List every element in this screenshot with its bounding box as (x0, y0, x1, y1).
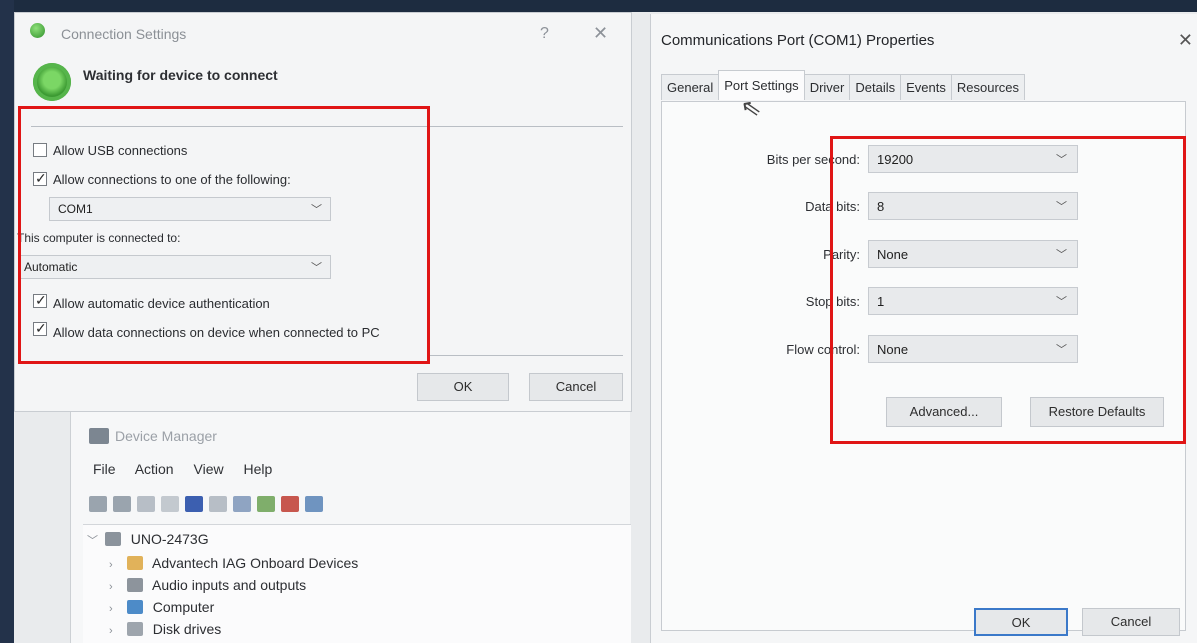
dialog-title: Connection Settings (61, 26, 187, 42)
tab-details[interactable]: Details (849, 74, 902, 100)
app-icon (30, 23, 45, 38)
highlight-box (18, 106, 430, 364)
tab-bar: General Port Settings Driver Details Eve… (661, 70, 1025, 102)
properties-title: Communications Port (COM1) Properties (661, 32, 935, 49)
chevron-down-icon: ﹀ (87, 535, 98, 547)
tab-events[interactable]: Events (900, 74, 952, 100)
disk-icon (126, 622, 143, 636)
ok-button[interactable]: OK (417, 373, 509, 401)
computer-icon (104, 532, 121, 546)
chevron-right-icon: › (109, 559, 113, 571)
highlight-box (830, 136, 1186, 444)
tree-item-label: Computer (152, 599, 215, 615)
scan-hardware-icon[interactable] (233, 496, 251, 512)
tree-item-label: Audio inputs and outputs (152, 577, 307, 593)
desktop-taskbar-edge (0, 0, 14, 643)
tree-item-label: Disk drives (152, 621, 222, 637)
device-manager-title: Device Manager (115, 428, 217, 444)
help-icon[interactable] (185, 496, 203, 512)
tree-item[interactable]: › Disk drives (109, 621, 221, 637)
uninstall-icon[interactable] (281, 496, 299, 512)
tree-item[interactable]: › Audio inputs and outputs (109, 577, 306, 593)
menu-view[interactable]: View (194, 461, 224, 477)
tree-root[interactable]: ﹀ UNO-2473G (87, 531, 209, 548)
cancel-button[interactable]: Cancel (1082, 608, 1180, 636)
menu-action[interactable]: Action (135, 461, 174, 477)
audio-icon (126, 578, 143, 592)
device-icon (126, 556, 143, 570)
connection-settings-titlebar: Connection Settings ? ✕ (15, 13, 631, 53)
menu-bar: File Action View Help (93, 461, 288, 477)
tab-driver[interactable]: Driver (803, 74, 851, 100)
back-icon[interactable] (89, 496, 107, 512)
tab-general[interactable]: General (661, 74, 720, 100)
tab-resources[interactable]: Resources (950, 74, 1025, 100)
device-manager-icon (89, 428, 109, 444)
view-icon[interactable] (161, 496, 179, 512)
divider (427, 355, 623, 356)
menu-help[interactable]: Help (243, 461, 272, 477)
help-icon[interactable]: ? (540, 25, 549, 43)
tree-item-label: Advantech IAG Onboard Devices (152, 555, 359, 571)
update-driver-icon[interactable] (257, 496, 275, 512)
properties-icon[interactable] (137, 496, 155, 512)
connection-status-icon (33, 63, 71, 101)
close-icon[interactable]: ✕ (1178, 30, 1193, 51)
forward-icon[interactable] (113, 496, 131, 512)
close-icon[interactable]: ✕ (593, 23, 608, 44)
menu-file[interactable]: File (93, 461, 116, 477)
chevron-right-icon: › (109, 603, 113, 615)
ok-button[interactable]: OK (974, 608, 1068, 636)
connection-status-text: Waiting for device to connect (83, 67, 278, 83)
desktop-background (0, 0, 1197, 12)
tree-root-label: UNO-2473G (130, 531, 209, 547)
cancel-button[interactable]: Cancel (529, 373, 623, 401)
tree-item[interactable]: › Computer (109, 599, 214, 615)
chevron-right-icon: › (109, 625, 113, 637)
chevron-right-icon: › (109, 581, 113, 593)
panel-icon[interactable] (209, 496, 227, 512)
device-tree: ﹀ UNO-2473G › Advantech IAG Onboard Devi… (83, 524, 631, 643)
tree-item[interactable]: › Advantech IAG Onboard Devices (109, 555, 358, 571)
rollback-icon[interactable] (305, 496, 323, 512)
device-manager-window: Device Manager File Action View Help ﹀ U… (70, 412, 631, 643)
toolbar (89, 492, 323, 516)
tab-port-settings[interactable]: Port Settings (718, 70, 805, 100)
monitor-icon (126, 600, 143, 614)
